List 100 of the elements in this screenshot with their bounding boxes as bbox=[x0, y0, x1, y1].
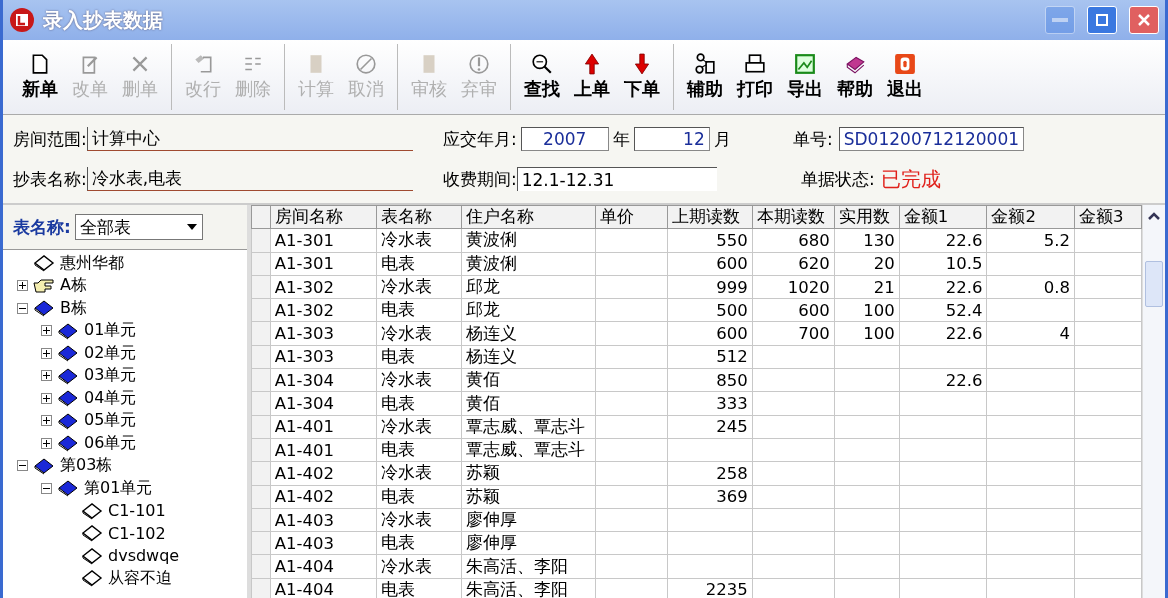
column-header[interactable]: 本期读数 bbox=[752, 205, 835, 229]
doc-number-field[interactable]: SD01200712120001 bbox=[838, 127, 1025, 151]
toolbar-button[interactable]: 辅助 bbox=[682, 44, 728, 110]
expand-icon[interactable] bbox=[41, 347, 52, 359]
table-cell: 600 bbox=[667, 322, 753, 346]
tree-item[interactable]: 从容不迫 bbox=[108, 567, 172, 589]
table-cell: 21 bbox=[834, 275, 900, 299]
column-header[interactable]: 住户名称 bbox=[461, 205, 596, 229]
table-cell: 850 bbox=[667, 368, 753, 392]
toolbar-button[interactable]: 帮助 bbox=[832, 44, 878, 110]
column-header[interactable]: 单价 bbox=[595, 205, 668, 229]
table-cell bbox=[1074, 531, 1142, 555]
meter-names-field[interactable]: 冷水表,电表 bbox=[86, 167, 413, 191]
book-icon bbox=[56, 321, 80, 340]
month-field[interactable]: 12 bbox=[633, 127, 710, 151]
tree-item[interactable]: 05单元 bbox=[84, 410, 137, 432]
toolbar-button[interactable]: 打印 bbox=[732, 44, 778, 110]
year-field[interactable]: 2007 bbox=[520, 127, 609, 151]
expand-icon[interactable] bbox=[17, 280, 28, 292]
minimize-icon bbox=[1052, 18, 1068, 22]
table-cell bbox=[1074, 438, 1142, 462]
column-header[interactable]: 金额1 bbox=[899, 205, 987, 229]
tree-item[interactable]: 01单元 bbox=[84, 320, 137, 342]
picture-icon bbox=[794, 53, 816, 75]
maximize-button[interactable] bbox=[1087, 6, 1117, 34]
room-range-field[interactable]: 计算中心 bbox=[86, 127, 413, 151]
expand-icon[interactable] bbox=[41, 370, 52, 382]
column-header[interactable]: 金额3 bbox=[1074, 205, 1142, 229]
scroll-thumb[interactable] bbox=[1145, 261, 1163, 307]
table-cell bbox=[834, 554, 900, 579]
toolbar-button[interactable]: 上单 bbox=[569, 44, 615, 110]
table-cell: 245 bbox=[667, 415, 753, 439]
maximize-icon bbox=[1094, 12, 1110, 28]
toolbar-button[interactable]: 下单 bbox=[619, 44, 665, 110]
tree-item[interactable]: C1-102 bbox=[108, 523, 166, 543]
tree-item[interactable]: 03单元 bbox=[84, 365, 137, 387]
table-cell: 冷水表 bbox=[376, 322, 462, 346]
column-header[interactable]: 表名称 bbox=[376, 205, 462, 229]
tree-item[interactable]: 第01单元 bbox=[84, 477, 153, 499]
table-cell: 500 bbox=[667, 298, 753, 322]
tree-item[interactable]: B栋 bbox=[60, 297, 87, 319]
table-cell: 258 bbox=[667, 461, 753, 486]
tree-item[interactable]: 第03栋 bbox=[60, 455, 113, 477]
column-header[interactable]: 金额2 bbox=[986, 205, 1075, 229]
book-icon bbox=[32, 456, 56, 475]
table-cell bbox=[1074, 485, 1142, 509]
toolbar-button[interactable]: 新单 bbox=[17, 44, 63, 110]
table-cell: 999 bbox=[667, 275, 753, 299]
toolbar-button[interactable]: 查找 bbox=[519, 44, 565, 110]
field-label: 抄表名称: bbox=[13, 167, 87, 191]
close-button[interactable] bbox=[1129, 6, 1159, 34]
collapse-icon[interactable] bbox=[41, 482, 52, 494]
table-cell: 冷水表 bbox=[376, 554, 462, 579]
field-label: 房间范围: bbox=[13, 127, 87, 151]
expand-icon[interactable] bbox=[41, 325, 52, 337]
warning-icon bbox=[468, 53, 490, 75]
expand-icon[interactable] bbox=[41, 392, 52, 404]
collapse-icon[interactable] bbox=[17, 460, 28, 472]
meter-type-dropdown[interactable]: 全部表 bbox=[74, 214, 203, 240]
tree-item[interactable]: A栋 bbox=[60, 275, 87, 297]
column-header[interactable]: 上期读数 bbox=[667, 205, 753, 229]
table-cell: 1020 bbox=[752, 275, 835, 299]
table-cell: 覃志威、覃志斗 bbox=[461, 438, 596, 462]
tree-item[interactable]: 惠州华都 bbox=[60, 252, 124, 274]
book-icon bbox=[56, 479, 80, 498]
expand-icon[interactable] bbox=[41, 415, 52, 427]
table-cell bbox=[1074, 252, 1142, 276]
tree-item[interactable]: 02单元 bbox=[84, 342, 137, 364]
table-cell: 620 bbox=[752, 252, 835, 276]
field-label: 单据状态: bbox=[801, 167, 875, 191]
table-cell: 680 bbox=[752, 228, 835, 253]
table-cell: 廖伸厚 bbox=[461, 531, 596, 555]
table-cell: 黄波俐 bbox=[461, 252, 596, 276]
toolbar-button[interactable]: 退出 bbox=[882, 44, 928, 110]
table-cell bbox=[1074, 391, 1142, 416]
table-cell: A1-402 bbox=[270, 485, 377, 509]
charge-period-field[interactable]: 12.1-12.31 bbox=[516, 167, 717, 191]
table-cell: 电表 bbox=[376, 485, 462, 509]
column-header[interactable]: 实用数 bbox=[834, 205, 900, 229]
collapse-icon[interactable] bbox=[17, 302, 28, 314]
table-cell: 20 bbox=[834, 252, 900, 276]
tree-item[interactable]: dvsdwqe bbox=[108, 546, 180, 566]
table-cell bbox=[834, 391, 900, 416]
table-cell: 369 bbox=[667, 485, 753, 509]
table-cell: 覃志威、覃志斗 bbox=[461, 415, 596, 439]
column-header[interactable]: 房间名称 bbox=[270, 205, 377, 229]
vertical-scrollbar[interactable] bbox=[1142, 205, 1165, 598]
table-cell: 电表 bbox=[376, 345, 462, 369]
table-cell: 22.6 bbox=[899, 368, 987, 392]
tree-item[interactable]: C1-101 bbox=[108, 501, 166, 521]
network-icon bbox=[694, 53, 716, 75]
tree-item[interactable]: 04单元 bbox=[84, 387, 137, 409]
open-book-icon bbox=[80, 501, 104, 520]
tree-item[interactable]: 06单元 bbox=[84, 432, 137, 454]
table-cell: 22.6 bbox=[899, 275, 987, 299]
table-cell: 600 bbox=[667, 252, 753, 276]
toolbar-button[interactable]: 导出 bbox=[782, 44, 828, 110]
table-cell: 10.5 bbox=[899, 252, 987, 276]
table-cell: 100 bbox=[834, 298, 900, 322]
expand-icon[interactable] bbox=[41, 437, 52, 449]
